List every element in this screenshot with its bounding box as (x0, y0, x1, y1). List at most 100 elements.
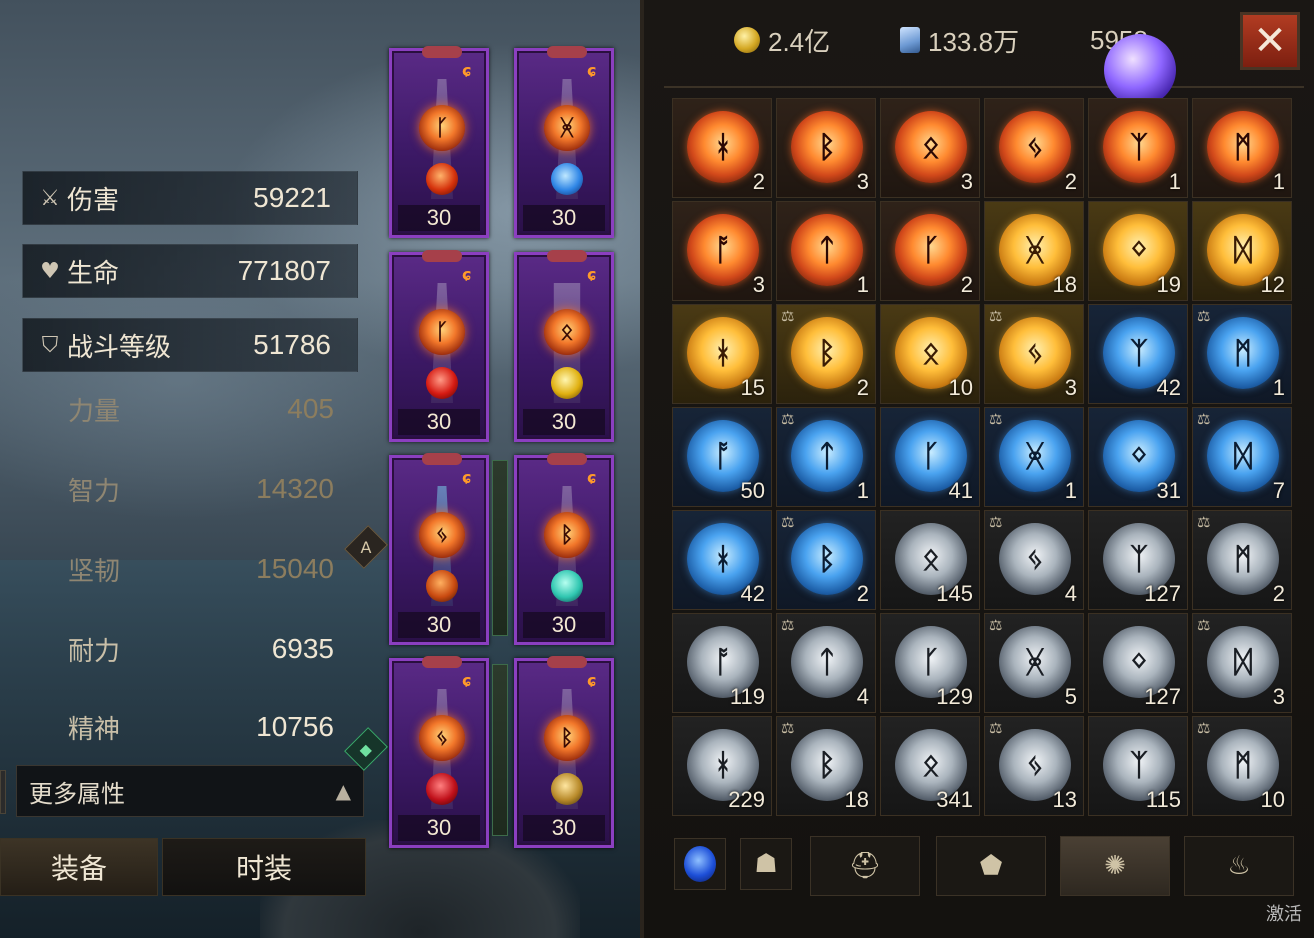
legendary-marker-icon: ɕ (462, 265, 472, 284)
rune-slot[interactable]: ᛏ ⚖ 1 (776, 407, 876, 507)
equip-slot-5[interactable]: ɕ ᛃ 30 (389, 453, 489, 645)
item-level: 30 (398, 205, 480, 231)
rune-count: 145 (936, 581, 973, 606)
rune-slot[interactable]: ᚸ 18 (984, 201, 1084, 301)
red-rune-icon: ᛉ (1103, 111, 1175, 183)
blue-rune-icon: ᚸ (999, 420, 1071, 492)
red-rune-icon: ᚴ (895, 214, 967, 286)
rune-slot[interactable]: ᛜ 31 (1088, 407, 1188, 507)
socketed-rune-icon: ᛒ (544, 512, 590, 558)
equip-slot-3[interactable]: ɕ ᚴ 30 (389, 250, 489, 442)
rune-slot[interactable]: ᛒ ⚖ 2 (776, 304, 876, 404)
rune-slot[interactable]: ᛜ 127 (1088, 613, 1188, 713)
rune-slot[interactable]: ᛒ ⚖ 18 (776, 716, 876, 816)
rune-slot[interactable]: ᚸ ⚖ 1 (984, 407, 1084, 507)
equip-slot-4[interactable]: ɕ ᛟ 30 (514, 250, 614, 442)
tab-fashion[interactable]: 时装 (162, 838, 366, 896)
socketed-rune-icon: ᚴ (419, 105, 465, 151)
rune-slot[interactable]: ᛃ2 (984, 98, 1084, 198)
rune-count: 1 (1064, 478, 1077, 503)
rune-count: 4 (856, 684, 869, 709)
close-button[interactable]: ✕ (1240, 12, 1300, 70)
rune-slot[interactable]: ᛒ3 (776, 98, 876, 198)
rune-slot[interactable]: ᛒ ⚖ 2 (776, 510, 876, 610)
stat-strength-label: 力量 (68, 396, 121, 427)
crest-ornament (547, 453, 587, 465)
rune-slot[interactable]: ᛟ3 (880, 98, 980, 198)
crest-ornament (547, 250, 587, 262)
rune-slot[interactable]: ᚼ 15 (672, 304, 772, 404)
rune-slot[interactable]: ᚩ3 (672, 201, 772, 301)
more-attributes-button[interactable]: 更多属性 ▲ (16, 765, 364, 817)
rune-slot[interactable]: ᛃ ⚖ 13 (984, 716, 1084, 816)
rune-slot[interactable]: ᛜ 19 (1088, 201, 1188, 301)
grey-rune-icon: ᛗ (1207, 523, 1279, 595)
rune-slot[interactable]: ᛗ1 (1192, 98, 1292, 198)
rune-slot[interactable]: ᛏ ⚖ 4 (776, 613, 876, 713)
filter-helmet[interactable]: ⛑ (810, 836, 920, 896)
socketed-rune-icon: ᚸ (544, 105, 590, 151)
rune-count: 7 (1272, 478, 1285, 503)
scale-icon: ⚖ (1197, 410, 1211, 428)
rune-slot[interactable]: ᚩ 119 (672, 613, 772, 713)
scale-icon: ⚖ (1197, 719, 1211, 737)
blue-rune-icon: ᛒ (791, 523, 863, 595)
rune-slot[interactable]: ᛞ ⚖ 7 (1192, 407, 1292, 507)
rune-slot[interactable]: ᚴ 129 (880, 613, 980, 713)
equip-slot-7[interactable]: ɕ ᛃ 30 (389, 656, 489, 848)
rune-count: 41 (948, 478, 973, 503)
red-rune-icon: ᚼ (687, 111, 759, 183)
filter-bag[interactable]: ♨ (1184, 836, 1294, 896)
rune-slot[interactable]: ᛟ 341 (880, 716, 980, 816)
rune-slot[interactable]: ᛗ ⚖ 2 (1192, 510, 1292, 610)
stat-combat-rating-label: 战斗等级 (67, 332, 172, 363)
rune-count: 5 (1064, 684, 1077, 709)
filter-blue-orb[interactable] (674, 838, 726, 890)
rune-slot[interactable]: ᛉ 127 (1088, 510, 1188, 610)
rune-slot[interactable]: ᚼ2 (672, 98, 772, 198)
rune-slot[interactable]: ᛗ ⚖ 1 (1192, 304, 1292, 404)
purple-orb-icon (1104, 34, 1176, 106)
filter-armor[interactable]: ⬟ (936, 836, 1046, 896)
rune-slot[interactable]: ᛉ 42 (1088, 304, 1188, 404)
rune-slot[interactable]: ᛏ1 (776, 201, 876, 301)
equip-slot-1[interactable]: ɕ ᚴ 30 (389, 46, 489, 238)
rune-slot[interactable]: ᚴ2 (880, 201, 980, 301)
tab-equipment-label: 装备 (50, 852, 107, 885)
tab-equipment[interactable]: 装备 (0, 838, 158, 896)
rune-slot[interactable]: ᛟ 10 (880, 304, 980, 404)
left-edge-tab[interactable] (0, 770, 6, 814)
stat-intellect-label: 智力 (68, 476, 121, 507)
rune-slot[interactable]: ᚴ 41 (880, 407, 980, 507)
rune-slot[interactable]: ᚸ ⚖ 5 (984, 613, 1084, 713)
rune-slot[interactable]: ᛞ ⚖ 3 (1192, 613, 1292, 713)
chevron-up-icon: ▲ (335, 779, 351, 803)
rune-slot[interactable]: ᚼ 229 (672, 716, 772, 816)
gem-icon (426, 570, 458, 602)
legendary-marker-icon: ɕ (587, 61, 597, 80)
rune-count: 13 (1052, 787, 1077, 812)
stat-intellect: 智力 14320 (68, 464, 334, 514)
rune-slot[interactable]: ᛉ1 (1088, 98, 1188, 198)
equip-slot-6[interactable]: ɕ ᛒ 30 (514, 453, 614, 645)
equip-slot-2[interactable]: ɕ ᚸ 30 (514, 46, 614, 238)
rune-slot[interactable]: ᛃ ⚖ 4 (984, 510, 1084, 610)
equip-slot-8[interactable]: ɕ ᛒ 30 (514, 656, 614, 848)
rune-slot[interactable]: ᛗ ⚖ 10 (1192, 716, 1292, 816)
rune-slot[interactable]: ᛉ 115 (1088, 716, 1188, 816)
filter-demon[interactable]: ☗ (740, 838, 792, 890)
rune-slot[interactable]: ᛃ ⚖ 3 (984, 304, 1084, 404)
header-divider (664, 86, 1304, 88)
rune-slot[interactable]: ᛟ 145 (880, 510, 980, 610)
rune-count: 2 (856, 375, 869, 400)
scale-icon: ⚖ (781, 513, 795, 531)
red-rune-icon: ᚩ (687, 214, 759, 286)
filter-runes[interactable]: ✺ (1060, 836, 1170, 896)
rune-slot[interactable]: ᛞ 12 (1192, 201, 1292, 301)
gem-icon (551, 773, 583, 805)
rune-slot[interactable]: ᚩ 50 (672, 407, 772, 507)
rune-count: 4 (1064, 581, 1077, 606)
rune-count: 229 (728, 787, 765, 812)
rune-slot[interactable]: ᚼ 42 (672, 510, 772, 610)
demon-mask-icon: ☗ (754, 849, 778, 879)
